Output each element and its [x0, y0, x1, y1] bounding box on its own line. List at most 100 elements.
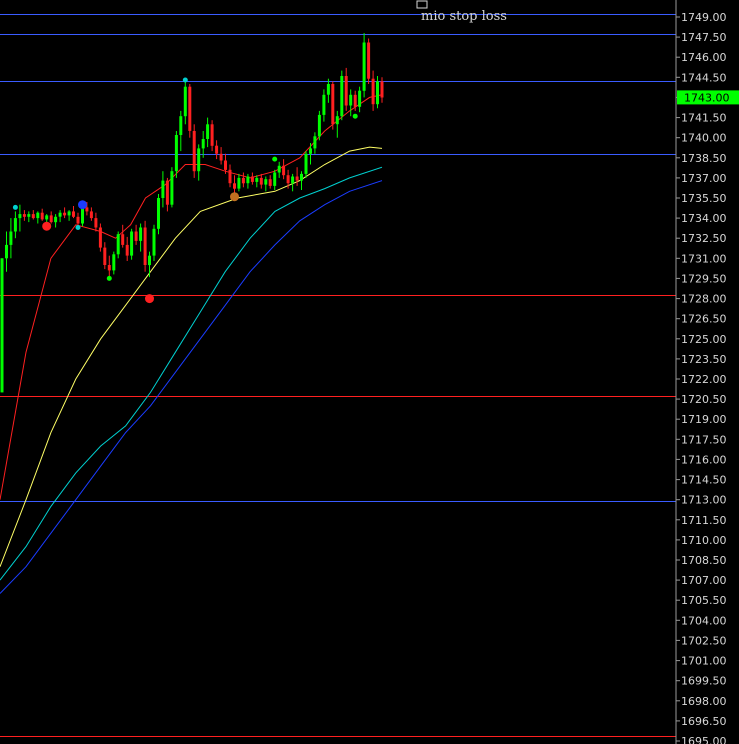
candle-body-25 [112, 254, 116, 271]
candle-body-39 [174, 135, 178, 172]
candle-body-67 [300, 173, 303, 181]
candle-body-22 [98, 227, 102, 248]
candle-body-23 [103, 247, 107, 265]
candle-body-9 [40, 212, 44, 220]
candle-body-27 [121, 234, 125, 245]
signal-marker-7 [230, 192, 239, 202]
candle-body-33 [148, 255, 151, 266]
y-tick-label-31: 1702.50 [681, 634, 727, 647]
signal-marker-4 [106, 275, 112, 281]
y-tick-label-16: 1725.00 [681, 333, 727, 346]
candle-body-63 [282, 165, 286, 176]
candle-body-65 [291, 176, 295, 184]
y-tick-label-35: 1696.50 [681, 715, 727, 728]
candle-body-52 [233, 183, 236, 189]
y-tick-label-5: 1741.50 [681, 112, 727, 125]
candle-body-8 [36, 212, 40, 219]
candle-body-19 [85, 207, 89, 212]
candle-body-3 [13, 218, 17, 232]
y-tick-label-28: 1707.00 [681, 574, 727, 587]
y-tick-label-29: 1705.50 [681, 594, 727, 607]
signal-marker-0 [12, 204, 18, 210]
y-tick-label-19: 1720.50 [681, 393, 727, 406]
y-tick-label-3: 1744.50 [681, 71, 727, 84]
y-tick-label-11: 1732.50 [681, 232, 727, 245]
candle-body-10 [45, 215, 49, 220]
candle-body-5 [22, 214, 26, 217]
candle-body-41 [183, 86, 187, 117]
y-tick-label-18: 1722.00 [681, 373, 727, 386]
signal-marker-6 [182, 77, 188, 83]
y-tick-label-32: 1701.00 [681, 655, 727, 668]
candle-body-55 [246, 176, 250, 184]
candle-body-70 [313, 136, 317, 149]
y-tick-label-33: 1699.50 [681, 675, 727, 688]
candle-body-4 [18, 214, 22, 219]
candle-body-31 [139, 227, 143, 241]
candle-body-73 [326, 84, 330, 95]
candle-body-84 [376, 81, 379, 105]
candle-body-83 [371, 78, 375, 105]
candle-body-1 [5, 244, 8, 259]
candle-body-42 [188, 86, 192, 131]
candle-body-28 [125, 244, 129, 256]
y-tick-label-26: 1710.00 [681, 534, 727, 547]
signal-marker-2 [75, 225, 81, 230]
candle-body-68 [304, 153, 308, 174]
candle-body-49 [219, 153, 223, 161]
candle-body-56 [250, 176, 254, 182]
candle-body-82 [367, 42, 371, 79]
candle-body-34 [152, 228, 156, 256]
annotation-label: mio stop loss [421, 9, 507, 24]
signal-marker-1 [42, 221, 52, 231]
y-tick-label-36: 1695.00 [681, 735, 727, 744]
y-tick-label-2: 1746.00 [681, 51, 727, 64]
signal-marker-9 [352, 113, 358, 119]
candle-body-54 [241, 177, 245, 184]
candle-body-43 [192, 131, 196, 172]
y-tick-label-30: 1704.00 [681, 614, 727, 627]
y-tick-label-10: 1734.00 [681, 212, 727, 225]
y-tick-label-7: 1738.50 [681, 152, 727, 165]
candle-body-59 [264, 179, 268, 185]
candle-body-47 [210, 124, 214, 146]
candle-body-38 [170, 171, 174, 205]
candle-body-51 [228, 169, 232, 184]
y-tick-label-27: 1708.50 [681, 554, 727, 567]
y-tick-label-15: 1726.50 [681, 313, 727, 326]
y-tick-label-25: 1711.50 [681, 514, 727, 527]
candle-body-18 [81, 207, 84, 224]
candle-body-48 [215, 145, 219, 154]
y-tick-label-12: 1731.00 [681, 252, 727, 265]
candle-body-40 [179, 116, 183, 135]
candle-body-14 [63, 212, 67, 216]
candle-body-53 [237, 177, 241, 189]
candle-body-37 [165, 180, 169, 205]
candle-body-11 [49, 215, 53, 223]
candle-body-32 [143, 227, 147, 265]
candle-body-26 [116, 234, 120, 255]
candle-body-24 [107, 265, 111, 271]
y-tick-label-13: 1729.50 [681, 272, 727, 285]
candle-body-44 [197, 148, 201, 172]
y-tick-label-17: 1723.50 [681, 353, 727, 366]
candle-body-61 [273, 172, 277, 186]
y-tick-label-0: 1749.00 [681, 11, 727, 24]
candle-body-76 [340, 76, 344, 117]
price-chart[interactable]: 1749.00 1747.50 1746.00 1744.50 1743.00 1741.… [0, 0, 739, 744]
candle-body-72 [322, 94, 326, 115]
candle-body-79 [353, 94, 357, 107]
chart-background [0, 0, 739, 744]
candle-body-69 [309, 148, 312, 154]
y-tick-label-24: 1713.00 [681, 494, 727, 507]
candle-body-80 [358, 90, 362, 107]
signal-marker-3 [78, 200, 87, 210]
y-tick-label-34: 1698.00 [681, 695, 727, 708]
y-tick-label-22: 1716.00 [681, 453, 727, 466]
signal-marker-8 [272, 156, 278, 162]
candle-body-20 [89, 211, 93, 219]
candle-body-60 [268, 179, 272, 186]
candle-body-16 [72, 211, 75, 217]
candle-body-85 [380, 81, 384, 98]
candle-body-81 [362, 42, 366, 91]
